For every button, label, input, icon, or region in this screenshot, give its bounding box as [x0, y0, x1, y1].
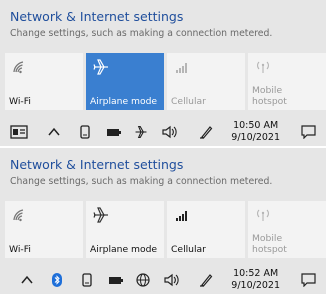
wifi-icon — [11, 58, 29, 76]
notification-icon[interactable] — [301, 272, 316, 288]
tile-label: Airplane mode — [90, 96, 158, 107]
wifi-tile[interactable]: Wi-Fi — [5, 53, 83, 110]
wifi-tile[interactable]: Wi-Fi — [5, 201, 83, 258]
clock-time: 10:50 AM — [233, 120, 279, 131]
phone-link-icon[interactable] — [78, 124, 92, 139]
battery-icon[interactable] — [106, 124, 121, 138]
cellular-icon — [173, 206, 191, 224]
tile-label: Cellular — [171, 244, 206, 255]
airplane-icon — [92, 206, 110, 224]
hotspot-icon — [254, 206, 272, 224]
taskbar: 10:50 AM 9/10/2021 — [0, 116, 326, 146]
tile-label: Airplane mode — [90, 244, 158, 255]
volume-icon[interactable] — [164, 272, 179, 287]
cellular-icon — [173, 58, 191, 76]
hotspot-icon — [254, 58, 272, 76]
network-settings-subtitle: Change settings, such as making a connec… — [10, 176, 273, 187]
network-settings-link[interactable]: Network & Internet settings — [10, 157, 183, 172]
network-flyout-1: Network & Internet settings Change setti… — [0, 0, 326, 146]
mobile-hotspot-tile[interactable]: Mobile hotspot — [248, 53, 326, 110]
news-icon[interactable] — [10, 124, 28, 139]
globe-icon[interactable] — [136, 272, 150, 287]
chevron-up-icon[interactable] — [47, 124, 61, 138]
tile-label: Wi-Fi — [9, 96, 31, 107]
clock-date: 9/10/2021 — [231, 132, 280, 143]
cellular-tile[interactable]: Cellular — [167, 201, 245, 258]
airplane-mode-tile[interactable]: Airplane mode — [86, 201, 164, 258]
battery-icon[interactable] — [108, 272, 123, 286]
tile-label: Mobile hotspot — [252, 85, 287, 107]
taskbar-clock[interactable]: 10:50 AM 9/10/2021 — [231, 120, 280, 144]
cellular-tile[interactable]: Cellular — [167, 53, 245, 110]
taskbar: 10:52 AM 9/10/2021 — [0, 264, 326, 294]
pen-icon[interactable] — [199, 124, 213, 139]
network-flyout-2: Network & Internet settings Change setti… — [0, 148, 326, 294]
airplane-icon — [92, 58, 110, 76]
volume-icon[interactable] — [162, 124, 177, 139]
tile-label: Wi-Fi — [9, 244, 31, 255]
airplane-mode-tile[interactable]: Airplane mode — [86, 53, 164, 110]
pen-icon[interactable] — [199, 272, 213, 287]
chevron-up-icon[interactable] — [20, 272, 34, 286]
mobile-hotspot-tile[interactable]: Mobile hotspot — [248, 201, 326, 258]
airplane-icon[interactable] — [134, 124, 148, 138]
notification-icon[interactable] — [301, 124, 316, 140]
clock-date: 9/10/2021 — [231, 280, 280, 291]
network-settings-link[interactable]: Network & Internet settings — [10, 9, 183, 24]
tile-label: Mobile hotspot — [252, 233, 287, 255]
bluetooth-icon[interactable] — [50, 272, 64, 287]
taskbar-clock[interactable]: 10:52 AM 9/10/2021 — [231, 268, 280, 292]
tile-label: Cellular — [171, 96, 206, 107]
wifi-icon — [11, 206, 29, 224]
clock-time: 10:52 AM — [233, 268, 279, 279]
phone-link-icon[interactable] — [80, 272, 94, 287]
network-settings-subtitle: Change settings, such as making a connec… — [10, 28, 273, 39]
